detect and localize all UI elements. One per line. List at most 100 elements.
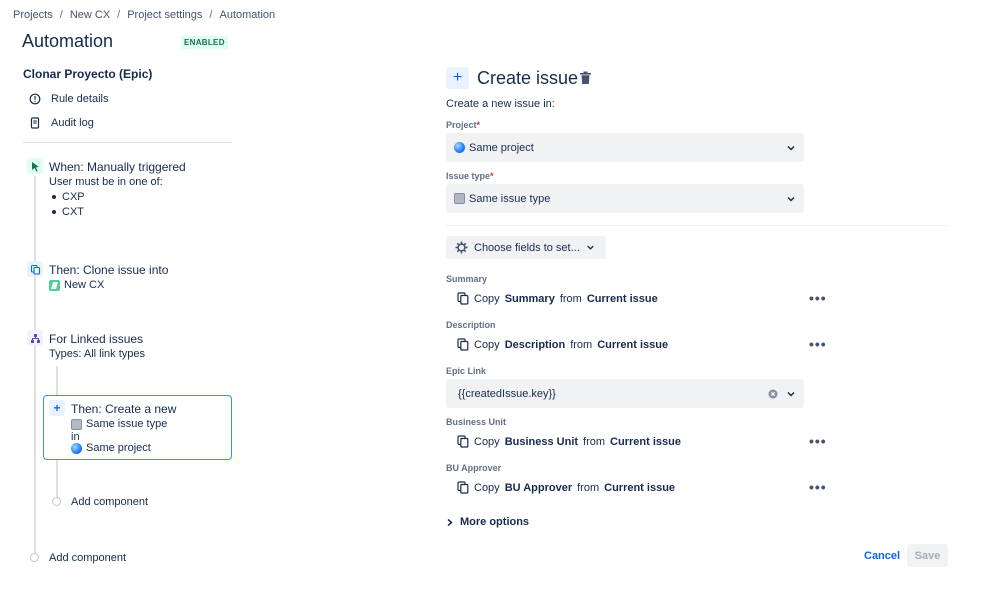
business-unit-copy-row[interactable]: Copy Business Unit from Current issue — [457, 435, 681, 448]
bu-approver-copy-row[interactable]: Copy BU Approver from Current issue — [457, 481, 675, 494]
more-actions-icon[interactable]: ••• — [809, 290, 827, 306]
more-options-toggle[interactable]: More options — [446, 516, 529, 528]
trigger-group-label: CXP — [62, 191, 85, 203]
document-icon — [30, 117, 40, 129]
flow-line — [34, 176, 36, 556]
business-unit-field-label: Business Unit — [446, 417, 507, 427]
breadcrumb-automation[interactable]: Automation — [219, 9, 275, 21]
project-avatar-icon — [49, 279, 60, 291]
from-word: from — [583, 435, 606, 448]
trigger-group-item: CXT — [52, 206, 84, 218]
create-step-issue-type: Same issue type — [71, 418, 167, 430]
copy-field-name: Business Unit — [504, 435, 579, 448]
copy-source: Current issue — [604, 481, 676, 494]
trash-icon[interactable] — [579, 71, 592, 88]
add-component-dot-icon — [52, 497, 61, 506]
copy-icon — [457, 435, 469, 448]
plus-icon: + — [49, 400, 65, 416]
page-title: Automation — [22, 31, 114, 51]
issue-type-label-text: Issue type — [446, 171, 491, 181]
branch-step-subtitle: Types: All link types — [49, 348, 145, 360]
copy-icon — [457, 292, 469, 305]
project-field-label: Project* — [446, 120, 480, 130]
add-component-inner-button[interactable]: Add component — [71, 496, 148, 508]
more-actions-icon[interactable]: ••• — [809, 479, 827, 495]
breadcrumb-separator: / — [209, 9, 213, 21]
trigger-step-title[interactable]: When: Manually triggered — [49, 160, 186, 174]
breadcrumb-projects[interactable]: Projects — [13, 9, 53, 21]
info-icon — [29, 93, 41, 105]
from-word: from — [570, 338, 593, 351]
clone-step-project: New CX — [49, 279, 104, 291]
epic-link-select[interactable]: {{createdIssue.key}} — [446, 379, 804, 408]
copy-word: Copy — [474, 292, 500, 305]
save-button[interactable]: Save — [907, 544, 948, 567]
copy-icon — [457, 481, 469, 494]
copy-field-name: Description — [504, 338, 566, 351]
issue-type-select-value: Same issue type — [469, 192, 551, 205]
required-mark: * — [476, 120, 481, 130]
rule-details-label: Rule details — [51, 93, 109, 105]
breadcrumb-separator: / — [59, 9, 63, 21]
clear-icon[interactable] — [768, 389, 778, 399]
issue-type-icon — [71, 418, 82, 430]
epic-link-field-label: Epic Link — [446, 366, 487, 376]
globe-icon — [71, 442, 82, 454]
description-copy-row[interactable]: Copy Description from Current issue — [457, 338, 668, 351]
bu-approver-field-label: BU Approver — [446, 463, 502, 473]
summary-copy-row[interactable]: Copy Summary from Current issue — [457, 292, 658, 305]
project-select-value: Same project — [469, 141, 534, 154]
trigger-group-item: CXP — [52, 191, 85, 203]
branch-step-icon — [27, 330, 43, 346]
more-actions-icon[interactable]: ••• — [809, 433, 827, 449]
create-project-label: Same project — [86, 442, 151, 454]
breadcrumb-project-settings[interactable]: Project settings — [127, 9, 202, 21]
sidebar-divider — [23, 142, 231, 143]
branch-step-title[interactable]: For Linked issues — [49, 332, 143, 346]
epic-link-value: {{createdIssue.key}} — [458, 387, 556, 400]
copy-word: Copy — [474, 481, 500, 494]
cancel-button[interactable]: Cancel — [858, 544, 906, 567]
epic-link-controls — [768, 389, 796, 399]
project-label-text: Project — [446, 120, 477, 130]
chevron-right-icon — [447, 518, 453, 526]
trigger-step-subtitle: User must be in one of: — [49, 176, 163, 188]
choose-fields-button[interactable]: Choose fields to set... — [446, 236, 606, 259]
summary-field-label: Summary — [446, 274, 488, 284]
description-field-label: Description — [446, 320, 496, 330]
copy-word: Copy — [474, 435, 500, 448]
panel-intro: Create a new issue in: — [446, 98, 555, 110]
copy-field-name: Summary — [504, 292, 555, 305]
project-select[interactable]: Same project — [446, 133, 804, 162]
action-plus-icon: + — [446, 67, 469, 89]
copy-icon — [457, 338, 469, 351]
more-options-label: More options — [460, 516, 530, 528]
choose-fields-label: Choose fields to set... — [474, 241, 580, 254]
clone-project-label: New CX — [64, 279, 105, 291]
trigger-step-icon — [27, 158, 43, 174]
more-actions-icon[interactable]: ••• — [809, 336, 827, 352]
audit-log-link[interactable]: Audit log — [29, 117, 94, 129]
create-issue-type-label: Same issue type — [86, 418, 168, 430]
chevron-down-icon — [787, 145, 795, 151]
create-step-project: Same project — [71, 442, 151, 454]
rule-details-link[interactable]: Rule details — [29, 93, 108, 105]
add-component-dot-icon — [30, 553, 39, 562]
copy-source: Current issue — [610, 435, 681, 448]
breadcrumb-new-cx[interactable]: New CX — [70, 9, 110, 21]
create-step-title: Then: Create a new — [71, 402, 177, 416]
copy-source: Current issue — [586, 292, 658, 305]
panel-title: Create issue — [477, 68, 579, 88]
issue-type-field-label: Issue type* — [446, 171, 494, 181]
breadcrumb: Projects / New CX / Project settings / A… — [13, 9, 275, 21]
rule-name: Clonar Proyecto (Epic) — [23, 67, 153, 81]
gear-icon — [455, 241, 468, 254]
panel-divider — [446, 225, 948, 226]
status-badge: ENABLED — [181, 36, 228, 49]
add-component-outer-button[interactable]: Add component — [49, 552, 126, 564]
chevron-down-icon — [787, 196, 795, 202]
from-word: from — [559, 292, 582, 305]
clone-step-icon — [27, 261, 43, 277]
clone-step-title[interactable]: Then: Clone issue into — [49, 263, 168, 277]
issue-type-select[interactable]: Same issue type — [446, 184, 804, 213]
